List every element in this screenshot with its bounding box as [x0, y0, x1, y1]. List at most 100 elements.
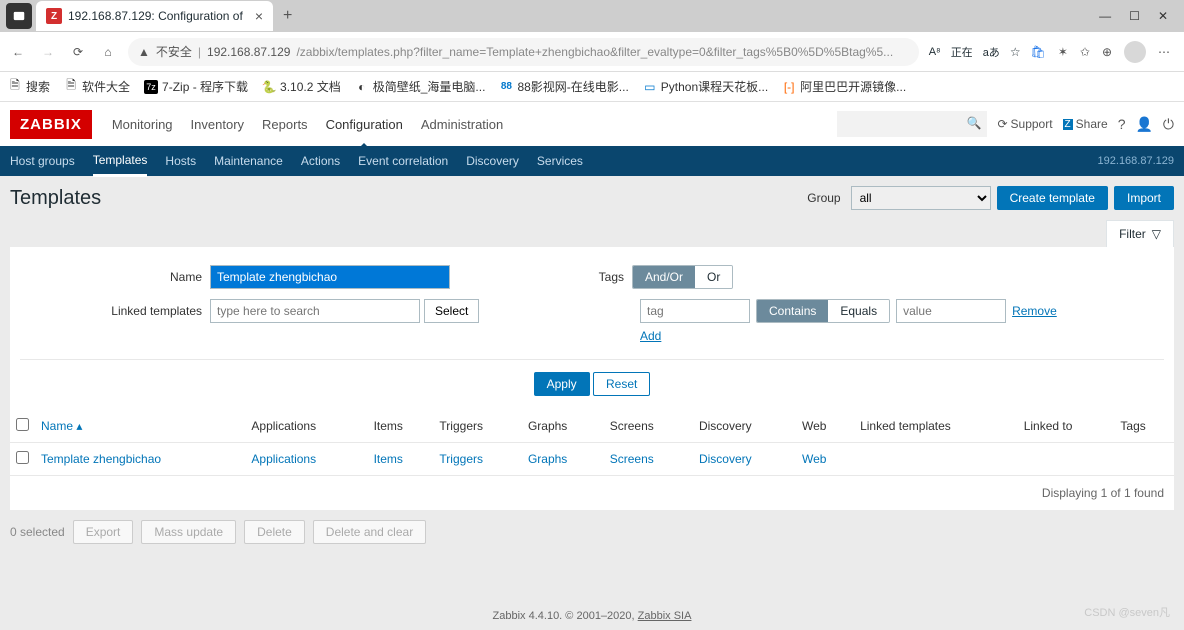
global-search-input[interactable]: [837, 111, 987, 137]
import-button[interactable]: Import: [1114, 186, 1174, 210]
bulk-actions-bar: 0 selected Export Mass update Delete Del…: [0, 510, 1184, 554]
web-link[interactable]: Web: [802, 452, 826, 466]
contains-button[interactable]: Contains: [757, 300, 828, 322]
applications-link[interactable]: Applications: [251, 452, 316, 466]
support-link[interactable]: ⟳ Support: [997, 117, 1052, 131]
subnav-services[interactable]: Services: [537, 147, 583, 175]
bookmark-item[interactable]: ◐极简壁纸_海量电脑...: [355, 78, 486, 95]
apply-button[interactable]: Apply: [534, 372, 590, 396]
zabbix-sia-link[interactable]: Zabbix SIA: [638, 610, 692, 622]
new-tab-button[interactable]: +: [283, 7, 292, 25]
app-header: ZABBIX Monitoring Inventory Reports Conf…: [0, 102, 1184, 146]
equals-button[interactable]: Equals: [828, 300, 889, 322]
delete-button[interactable]: Delete: [244, 520, 305, 544]
tab-title: 192.168.87.129: Configuration of: [68, 9, 243, 23]
share-link[interactable]: Z Share: [1063, 117, 1108, 131]
browser-tab[interactable]: Z 192.168.87.129: Configuration of ×: [36, 1, 273, 31]
subnav-discovery[interactable]: Discovery: [466, 147, 519, 175]
favorite-icon[interactable]: ☆: [1010, 45, 1021, 59]
mass-update-button[interactable]: Mass update: [141, 520, 236, 544]
graphs-link[interactable]: Graphs: [528, 452, 567, 466]
col-linked-to: Linked to: [1018, 410, 1115, 443]
favicon: Z: [46, 8, 62, 24]
reader-mode-icon[interactable]: A⁸: [929, 46, 941, 58]
nav-configuration[interactable]: Configuration: [326, 103, 403, 146]
tag-op-toggle: Contains Equals: [756, 299, 890, 323]
bookmark-item[interactable]: ▭Python课程天花板...: [643, 78, 768, 95]
template-name-link[interactable]: Template zhengbichao: [41, 452, 161, 466]
app-icon: [6, 3, 32, 29]
url-host: 192.168.87.129: [207, 45, 290, 59]
bookmarks-bar: 🗎搜索 🗎软件大全 7z7-Zip - 程序下载 🐍3.10.2 文档 ◐极简壁…: [0, 72, 1184, 102]
favorites-bar-icon[interactable]: ✩: [1080, 45, 1090, 59]
user-icon[interactable]: 👤: [1135, 116, 1152, 133]
subnav-host-groups[interactable]: Host groups: [10, 147, 75, 175]
col-web: Web: [796, 410, 854, 443]
bookmark-item[interactable]: [-]阿里巴巴开源镜像...: [782, 78, 906, 95]
close-tab-icon[interactable]: ×: [255, 8, 263, 24]
subnav-maintenance[interactable]: Maintenance: [214, 147, 283, 175]
tag-name-input[interactable]: [640, 299, 750, 323]
reset-button[interactable]: Reset: [593, 372, 650, 396]
power-icon[interactable]: ⏻: [1163, 116, 1174, 133]
insecure-label: 不安全: [156, 43, 192, 60]
nav-reports[interactable]: Reports: [262, 103, 308, 146]
nav-inventory[interactable]: Inventory: [191, 103, 244, 146]
remove-tag-link[interactable]: Remove: [1012, 304, 1057, 318]
insecure-icon: ▲: [138, 45, 150, 59]
search-icon[interactable]: 🔍: [967, 116, 982, 130]
name-label: Name: [20, 270, 210, 284]
table-footer: Displaying 1 of 1 found: [10, 476, 1174, 510]
export-button[interactable]: Export: [73, 520, 134, 544]
col-name[interactable]: Name ▴: [35, 410, 245, 443]
group-select[interactable]: all: [851, 186, 991, 210]
extensions-icon[interactable]: ✶: [1058, 45, 1068, 59]
address-bar[interactable]: ▲ 不安全 | 192.168.87.129/zabbix/templates.…: [128, 38, 919, 66]
select-button[interactable]: Select: [424, 299, 479, 323]
home-button[interactable]: ⌂: [98, 42, 118, 62]
nav-monitoring[interactable]: Monitoring: [112, 103, 173, 146]
col-screens: Screens: [604, 410, 693, 443]
tag-value-input[interactable]: [896, 299, 1006, 323]
bookmark-item[interactable]: 🐍3.10.2 文档: [262, 78, 341, 95]
subnav-templates[interactable]: Templates: [93, 146, 148, 177]
help-icon[interactable]: ?: [1118, 116, 1126, 132]
andor-button[interactable]: And/Or: [633, 266, 695, 288]
delete-clear-button[interactable]: Delete and clear: [313, 520, 426, 544]
window-close-icon[interactable]: ✕: [1158, 9, 1168, 23]
back-button[interactable]: ←: [8, 42, 28, 62]
or-button[interactable]: Or: [695, 266, 732, 288]
add-tag-link[interactable]: Add: [640, 329, 661, 343]
bookmark-item[interactable]: 🗎软件大全: [64, 78, 130, 95]
filter-toggle[interactable]: Filter ▽: [1106, 220, 1174, 247]
shopping-icon[interactable]: 🛍: [1031, 45, 1046, 59]
bookmark-item[interactable]: 🗎搜索: [8, 78, 50, 95]
screens-link[interactable]: Screens: [610, 452, 654, 466]
col-applications: Applications: [245, 410, 367, 443]
window-maximize-icon[interactable]: ☐: [1129, 9, 1140, 23]
bookmark-item[interactable]: 8888影视网-在线电影...: [499, 78, 628, 95]
subnav-event-correlation[interactable]: Event correlation: [358, 147, 448, 175]
items-link[interactable]: Items: [374, 452, 403, 466]
subnav-hosts[interactable]: Hosts: [165, 147, 196, 175]
row-checkbox[interactable]: [16, 451, 29, 464]
forward-button[interactable]: →: [38, 42, 58, 62]
tags-mode-toggle: And/Or Or: [632, 265, 733, 289]
bookmark-item[interactable]: 7z7-Zip - 程序下载: [144, 78, 248, 95]
name-input[interactable]: [210, 265, 450, 289]
linked-templates-input[interactable]: [210, 299, 420, 323]
subnav-actions[interactable]: Actions: [301, 147, 340, 175]
create-template-button[interactable]: Create template: [997, 186, 1108, 210]
translate-icon[interactable]: aあ: [983, 44, 1000, 60]
zabbix-logo[interactable]: ZABBIX: [10, 110, 92, 139]
filter-panel: Name Linked templates Select Tags And/Or…: [10, 247, 1174, 410]
profile-avatar[interactable]: [1124, 41, 1146, 63]
select-all-checkbox[interactable]: [16, 418, 29, 431]
triggers-link[interactable]: Triggers: [439, 452, 483, 466]
window-minimize-icon[interactable]: —: [1099, 9, 1111, 23]
refresh-button[interactable]: ⟳: [68, 42, 88, 62]
discovery-link[interactable]: Discovery: [699, 452, 752, 466]
nav-administration[interactable]: Administration: [421, 103, 503, 146]
more-icon[interactable]: ⋯: [1158, 45, 1170, 59]
collections-icon[interactable]: ⊕: [1102, 45, 1112, 59]
